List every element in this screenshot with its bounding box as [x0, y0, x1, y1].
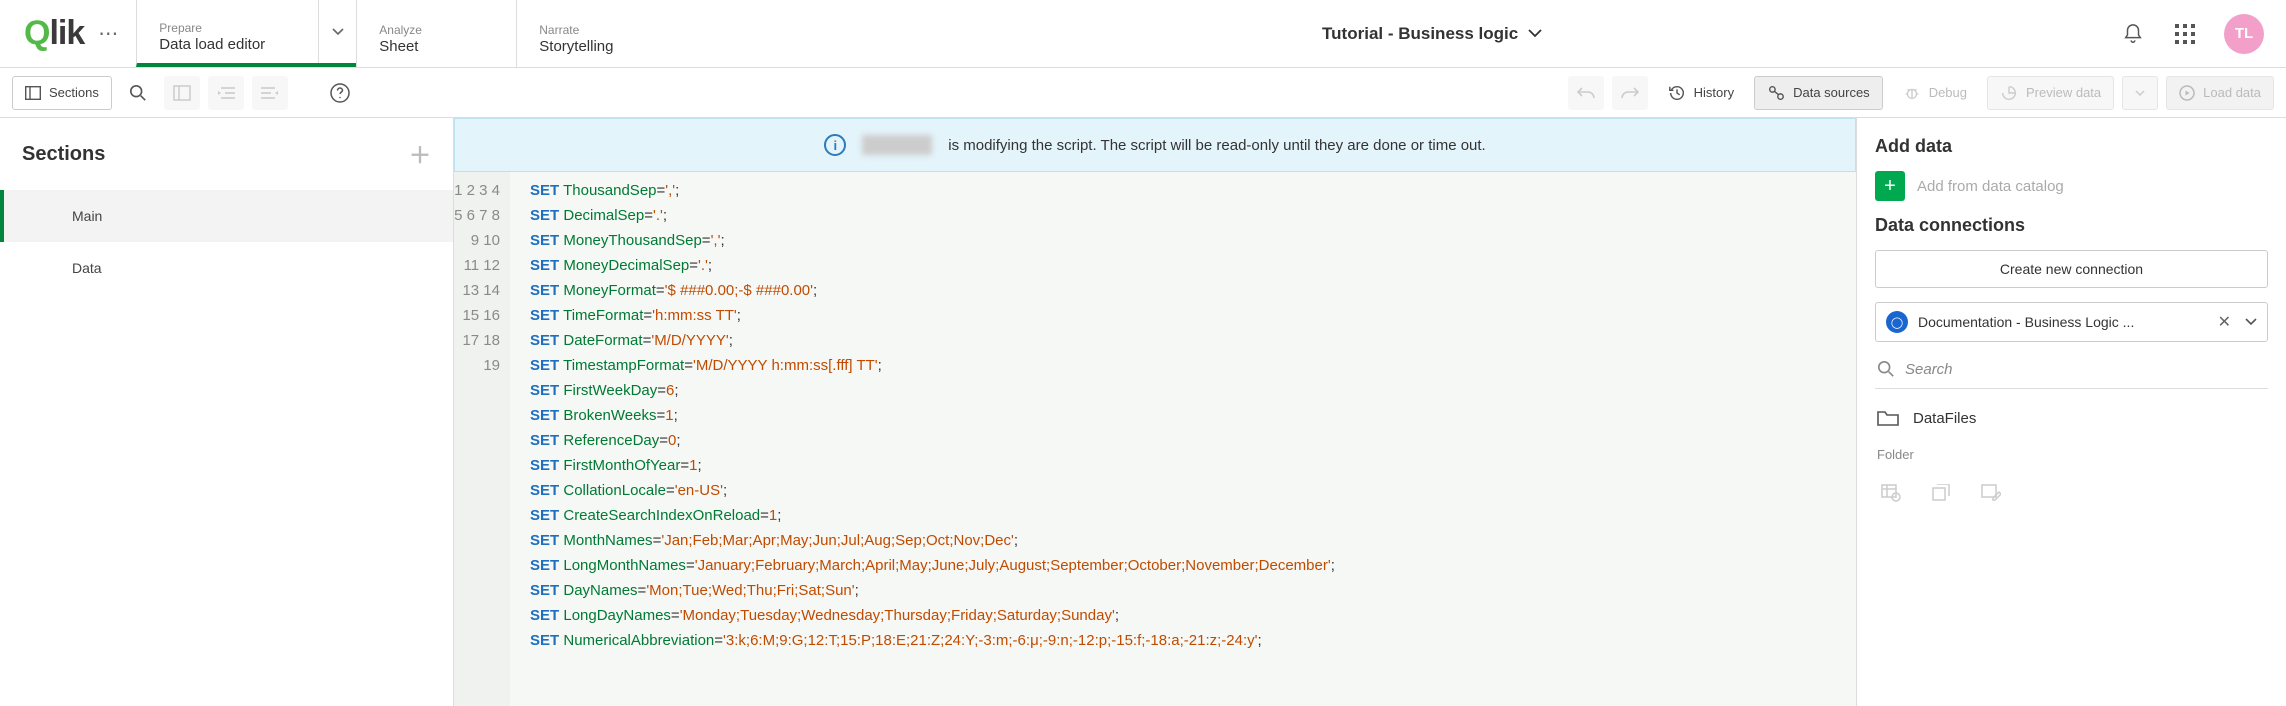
line-gutter: 1 2 3 4 5 6 7 8 9 10 11 12 13 14 15 16 1…	[454, 172, 510, 706]
logo-area: Qlik ⋯	[0, 0, 136, 67]
folder-icon	[1877, 409, 1899, 427]
banner-message: is modifying the script. The script will…	[948, 137, 1485, 154]
add-section-icon[interactable]: ＋	[409, 138, 431, 170]
preview-icon	[2000, 84, 2018, 102]
play-icon	[2179, 85, 2195, 101]
history-icon	[1668, 84, 1686, 102]
sections-panel: Sections ＋ Main Data	[0, 118, 454, 706]
redo-button	[1612, 76, 1648, 110]
create-connection-button[interactable]: Create new connection	[1875, 250, 2268, 288]
sections-header: Sections ＋	[0, 118, 453, 190]
top-bar: Qlik ⋯ Prepare Data load editor Analyze …	[0, 0, 2286, 68]
toolbar: Sections History Data sources Debug Prev…	[0, 68, 2286, 118]
history-label: History	[1694, 85, 1734, 100]
chevron-down-icon	[2135, 90, 2145, 96]
editor-area: i is modifying the script. The script wi…	[454, 118, 1856, 706]
preview-label: Preview data	[2026, 85, 2101, 100]
preview-dropdown	[2122, 76, 2158, 110]
connection-search[interactable]: Search	[1875, 356, 2268, 389]
undo-icon	[1576, 85, 1596, 101]
search-placeholder: Search	[1905, 361, 1953, 378]
section-item-label: Data	[72, 260, 102, 276]
plus-icon: +	[1875, 171, 1905, 201]
add-data-title: Add data	[1875, 136, 2268, 157]
chevron-down-icon	[1528, 29, 1542, 38]
code-editor[interactable]: 1 2 3 4 5 6 7 8 9 10 11 12 13 14 15 16 1…	[454, 172, 1856, 706]
nav-tab-narrate[interactable]: Narrate Storytelling	[516, 0, 766, 67]
preview-data-button: Preview data	[1987, 76, 2114, 110]
bug-icon	[1903, 84, 1921, 102]
folder-name: DataFiles	[1913, 410, 1976, 427]
chevron-down-icon[interactable]	[318, 0, 356, 63]
load-label: Load data	[2203, 85, 2261, 100]
data-connections-title: Data connections	[1875, 215, 2268, 236]
code-lines: SET ThousandSep=','; SET DecimalSep='.';…	[510, 172, 1335, 706]
debug-button: Debug	[1891, 76, 1979, 110]
insert-script-icon[interactable]	[1931, 484, 1951, 502]
topbar-right-icons: TL	[2098, 0, 2286, 67]
nav-tab-prepare[interactable]: Prepare Data load editor	[136, 0, 356, 67]
data-sources-label: Data sources	[1793, 85, 1870, 100]
search-button[interactable]	[120, 76, 156, 110]
create-connection-label: Create new connection	[2000, 261, 2143, 277]
section-item-label: Main	[72, 208, 102, 224]
apps-grid-icon[interactable]	[2172, 21, 2198, 47]
section-item-data[interactable]: Data	[0, 242, 453, 294]
sections-toggle-button[interactable]: Sections	[12, 76, 112, 110]
nav-tab-big: Storytelling	[539, 38, 738, 55]
comment-button	[164, 76, 200, 110]
app-title[interactable]: Tutorial - Business logic	[766, 0, 2098, 67]
connection-source-icon: ◯	[1886, 311, 1908, 333]
edit-connection-icon[interactable]	[1981, 484, 2001, 502]
avatar[interactable]: TL	[2224, 14, 2264, 54]
history-button[interactable]: History	[1656, 76, 1746, 110]
add-catalog-label: Add from data catalog	[1917, 178, 2064, 195]
blurred-user	[862, 135, 932, 155]
nav-tab-analyze[interactable]: Analyze Sheet	[356, 0, 516, 67]
redo-icon	[1620, 85, 1640, 101]
search-icon	[129, 84, 147, 102]
nav-tab-small: Prepare	[159, 21, 306, 35]
qlik-logo: Qlik	[24, 14, 84, 53]
folder-type: Folder	[1875, 447, 2268, 462]
comment-icon	[173, 85, 191, 101]
panel-icon	[25, 86, 41, 100]
debug-label: Debug	[1929, 85, 1967, 100]
connection-name: Documentation - Business Logic ...	[1918, 314, 2204, 330]
section-item-main[interactable]: Main	[0, 190, 453, 242]
more-icon[interactable]: ⋯	[98, 21, 118, 46]
outdent-button	[208, 76, 244, 110]
indent-icon	[261, 86, 279, 100]
bell-icon[interactable]	[2120, 21, 2146, 47]
chevron-down-icon[interactable]	[2245, 318, 2257, 326]
nav-tab-small: Analyze	[379, 23, 488, 37]
nav-tab-big: Sheet	[379, 38, 488, 55]
add-from-catalog[interactable]: + Add from data catalog	[1875, 171, 2268, 201]
app-title-text: Tutorial - Business logic	[1322, 24, 1518, 44]
connection-card[interactable]: ◯ Documentation - Business Logic ... ✕	[1875, 302, 2268, 342]
select-data-icon[interactable]	[1881, 484, 1901, 502]
indent-button	[252, 76, 288, 110]
data-sources-button[interactable]: Data sources	[1754, 76, 1883, 110]
help-icon	[330, 83, 350, 103]
help-button[interactable]	[322, 76, 358, 110]
sections-title: Sections	[22, 143, 105, 166]
folder-datafiles[interactable]: DataFiles	[1875, 403, 2268, 433]
right-panel: Add data + Add from data catalog Data co…	[1856, 118, 2286, 706]
outdent-icon	[217, 86, 235, 100]
close-icon[interactable]: ✕	[2214, 312, 2235, 332]
undo-button	[1568, 76, 1604, 110]
nav-tab-big: Data load editor	[159, 36, 306, 53]
info-icon: i	[824, 134, 846, 156]
body: Sections ＋ Main Data i is modifying the …	[0, 118, 2286, 706]
readonly-banner: i is modifying the script. The script wi…	[454, 118, 1856, 172]
data-sources-icon	[1767, 84, 1785, 102]
connection-action-icons	[1875, 476, 2268, 510]
load-data-button: Load data	[2166, 76, 2274, 110]
search-icon	[1877, 360, 1895, 378]
sections-toggle-label: Sections	[49, 85, 99, 100]
nav-tab-small: Narrate	[539, 23, 738, 37]
